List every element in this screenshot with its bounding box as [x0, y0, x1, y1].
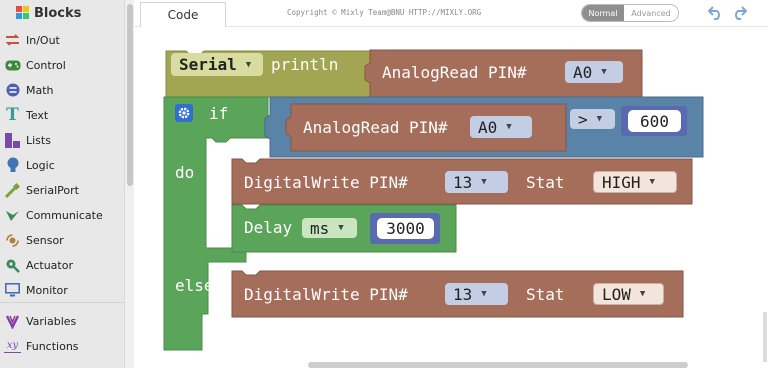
sidebar-title: Blocks — [34, 5, 82, 21]
condition-pin-value: A0 — [478, 117, 498, 137]
sidebar-item-text[interactable]: T Text — [0, 104, 124, 126]
text-icon: T — [6, 105, 19, 125]
sidebar-item-label: Lists — [26, 133, 51, 147]
if-label: if — [209, 104, 229, 123]
sidebar-item-label: Monitor — [26, 283, 68, 297]
sidebar-item-actuator[interactable]: Actuator — [0, 254, 124, 276]
chevron-down-icon: ▼ — [481, 289, 487, 299]
chevron-down-icon: ▼ — [601, 67, 607, 77]
sidebar-item-label: Functions — [26, 339, 79, 353]
threshold-field[interactable]: 600 — [628, 110, 681, 132]
delay-value-field[interactable]: 3000 — [377, 218, 434, 239]
serial-pin-dropdown[interactable]: A0 ▼ — [565, 61, 623, 83]
gamepad-icon — [4, 57, 21, 74]
delay-unit-value: ms — [310, 218, 330, 238]
variables-icon — [4, 313, 21, 330]
stat-label: Stat — [526, 285, 565, 304]
println-label: println — [271, 55, 339, 74]
digital-pin-dropdown[interactable]: 13 ▼ — [445, 283, 508, 305]
chevron-down-icon: ▼ — [649, 177, 655, 187]
sidebar-header: Blocks — [0, 0, 124, 26]
do-label: do — [175, 163, 195, 182]
sidebar-item-label: Communicate — [26, 208, 103, 222]
sidebar-item-math[interactable]: Math — [0, 79, 124, 101]
sidebar-item-monitor[interactable]: Monitor — [0, 279, 124, 301]
in-out-icon — [4, 32, 21, 49]
sidebar-item-label: Text — [26, 108, 49, 122]
condition-analog-read-label: AnalogRead PIN# — [303, 118, 448, 137]
lists-icon — [4, 132, 21, 149]
chevron-down-icon: ▼ — [506, 122, 512, 132]
sidebar-item-communicate[interactable]: Communicate — [0, 204, 124, 226]
blocks-sidebar: Blocks In/Out Control Math T Text Lists … — [0, 0, 134, 368]
operator-dropdown[interactable]: > ▼ — [570, 109, 615, 129]
sidebar-item-label: SerialPort — [26, 183, 79, 197]
sidebar-item-label: In/Out — [26, 33, 60, 47]
monitor-icon — [4, 282, 21, 299]
tab-code[interactable]: Code — [140, 2, 226, 27]
serial-port-icon — [4, 182, 21, 199]
operator-value: > — [578, 109, 588, 129]
workspace-vertical-scrollbar[interactable] — [763, 312, 767, 362]
sidebar-item-lists[interactable]: Lists — [0, 129, 124, 151]
condition-pin-dropdown[interactable]: A0 ▼ — [470, 116, 532, 138]
tab-code-label: Code — [167, 8, 199, 22]
stat-value-low: LOW — [602, 284, 631, 304]
serial-port-value: Serial — [179, 55, 237, 74]
delay-label: Delay — [244, 218, 293, 237]
sidebar-item-label: Math — [26, 83, 54, 97]
mixly-logo-icon — [16, 6, 30, 20]
copyright-text: Copyright © Mixly Team@BNU HTTP://MIXLY.… — [287, 8, 482, 17]
sidebar-item-control[interactable]: Control — [0, 54, 124, 76]
top-bar: Code Copyright © Mixly Team@BNU HTTP://M… — [134, 0, 768, 27]
mode-advanced-button[interactable]: Advanced — [624, 5, 678, 21]
sidebar-item-serialport[interactable]: SerialPort — [0, 179, 124, 201]
chevron-down-icon: ▼ — [338, 223, 344, 233]
stat-label: Stat — [526, 173, 565, 192]
mode-normal-button[interactable]: Normal — [582, 5, 624, 21]
redo-icon[interactable] — [729, 3, 749, 23]
digital-write-label: DigitalWrite PIN# — [244, 173, 408, 192]
chevron-down-icon: ▼ — [639, 289, 646, 299]
undo-icon[interactable] — [706, 3, 726, 23]
serial-pin-value: A0 — [573, 62, 593, 82]
sidebar-item-sensor[interactable]: Sensor — [0, 229, 124, 251]
workspace-horizontal-scrollbar[interactable] — [308, 362, 688, 368]
sidebar-item-label: Control — [26, 58, 66, 72]
digital-pin-dropdown[interactable]: 13 ▼ — [445, 171, 508, 193]
functions-icon: xy — [4, 339, 21, 353]
stat-value-high: HIGH — [602, 172, 641, 192]
sidebar-item-label: Sensor — [26, 233, 64, 247]
sidebar-item-functions[interactable]: xy Functions — [0, 335, 124, 357]
stat-dropdown-high[interactable]: HIGH ▼ — [593, 171, 677, 193]
math-icon — [4, 82, 21, 99]
sidebar-item-label: Actuator — [26, 258, 73, 272]
sidebar-item-logic[interactable]: Logic — [0, 154, 124, 176]
sensor-icon — [4, 232, 21, 249]
gear-icon[interactable] — [175, 104, 193, 122]
actuator-icon — [4, 257, 21, 274]
serial-analog-read-label: AnalogRead PIN# — [382, 63, 527, 82]
digital-pin-value: 13 — [453, 284, 473, 304]
digital-write-label: DigitalWrite PIN# — [244, 285, 408, 304]
bulb-icon — [4, 157, 21, 174]
sidebar-item-in-out[interactable]: In/Out — [0, 29, 124, 51]
delay-unit-dropdown[interactable]: ms ▼ — [302, 218, 357, 238]
chevron-down-icon: ▼ — [481, 177, 487, 187]
digital-pin-value: 13 — [453, 172, 473, 192]
chevron-down-icon: ▼ — [245, 59, 252, 70]
sidebar-item-label: Variables — [26, 314, 77, 328]
communicate-icon — [4, 207, 21, 224]
sidebar-scrollbar[interactable] — [124, 0, 134, 368]
else-label: else — [175, 276, 214, 295]
mode-toggle[interactable]: Normal Advanced — [581, 4, 679, 22]
sidebar-item-variables[interactable]: Variables — [0, 310, 124, 332]
sidebar-item-label: Logic — [26, 158, 55, 172]
sidebar-scrollbar-thumb[interactable] — [127, 4, 133, 186]
sidebar-divider — [0, 302, 124, 303]
chevron-down-icon: ▼ — [596, 114, 603, 124]
serial-port-dropdown[interactable]: Serial ▼ — [171, 53, 263, 76]
stat-dropdown-low[interactable]: LOW ▼ — [593, 283, 664, 305]
blockly-workspace[interactable]: Serial ▼ println AnalogRead PIN# A0 ▼ if… — [134, 27, 768, 368]
